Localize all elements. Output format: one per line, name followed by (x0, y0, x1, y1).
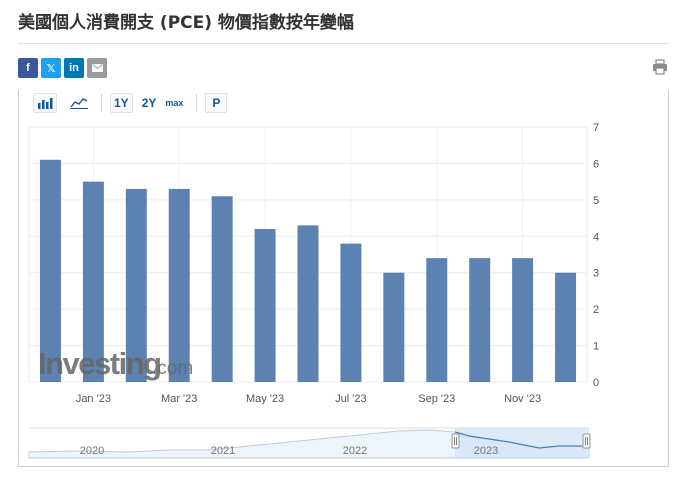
y-tick-label: 2 (593, 304, 599, 316)
linkedin-share-button[interactable]: in (64, 58, 84, 78)
x-tick-label: Nov '23 (504, 393, 541, 405)
range-1y-button[interactable]: 1Y (110, 93, 133, 113)
chart-toolbar: 1Y 2Y max P (33, 92, 228, 114)
line-chart-icon (70, 98, 88, 109)
bar[interactable] (340, 243, 362, 382)
bar[interactable] (211, 196, 233, 382)
bar[interactable] (168, 188, 190, 382)
range-2y-button[interactable]: 2Y (138, 93, 161, 113)
x-tick-label: Jul '23 (335, 393, 366, 405)
toolbar-divider (196, 94, 198, 112)
bar[interactable] (39, 159, 61, 382)
twitter-icon: 𝕏 (46, 62, 56, 75)
title-divider (18, 43, 669, 44)
y-tick-label: 1 (593, 341, 599, 353)
navigator-handle[interactable] (582, 433, 591, 449)
toolbar-divider (101, 94, 102, 112)
bar[interactable] (82, 181, 104, 382)
y-tick-label: 5 (593, 195, 599, 207)
navigator-handle[interactable] (451, 433, 460, 449)
x-tick-label: Jan '23 (76, 393, 111, 405)
y-tick-label: 4 (593, 231, 599, 243)
x-tick-label: May '23 (246, 393, 284, 405)
navigator-selected-line (454, 431, 589, 449)
facebook-share-button[interactable]: f (18, 58, 38, 78)
twitter-share-button[interactable]: 𝕏 (41, 58, 61, 78)
share-bar: f 𝕏 in (18, 58, 107, 78)
navigator-area (28, 429, 590, 459)
navigator-year-label: 2020 (80, 445, 104, 457)
chart-panel: 1Y 2Y max P Investing .com 0 1 2 3 4 5 6 7 Jan '… (18, 90, 669, 467)
bar[interactable] (297, 225, 319, 382)
linkedin-icon: in (69, 62, 79, 74)
printer-icon[interactable] (651, 58, 669, 76)
bar[interactable] (512, 258, 534, 382)
range-max-button[interactable]: max (161, 93, 187, 113)
period-p-button[interactable]: P (205, 93, 228, 113)
navigator-year-label: 2022 (343, 445, 367, 457)
bar-chart: Investing .com 0 1 2 3 4 5 6 7 Jan '23 Mar '23 May… (28, 122, 599, 459)
x-tick-label: Sep '23 (418, 393, 455, 405)
bar[interactable] (426, 258, 448, 382)
line-chart-button[interactable] (66, 93, 92, 113)
email-share-button[interactable] (87, 58, 107, 78)
bar[interactable] (125, 188, 147, 382)
x-tick-label: Mar '23 (161, 393, 197, 405)
bar-chart-icon (38, 98, 53, 109)
bar[interactable] (469, 258, 491, 382)
watermark-suffix: .com (152, 358, 193, 379)
y-tick-label: 0 (593, 377, 599, 389)
bar[interactable] (555, 272, 577, 382)
page-title: 美國個人消費開支 (PCE) 物價指數按年變幅 (18, 13, 354, 33)
y-tick-label: 7 (593, 122, 599, 134)
navigator-year-label: 2021 (211, 445, 235, 457)
navigator-selection (455, 428, 589, 458)
bar[interactable] (254, 229, 276, 382)
envelope-icon (91, 64, 103, 72)
plot-frame (28, 126, 588, 383)
y-tick-label: 6 (593, 158, 599, 170)
y-tick-label: 3 (593, 268, 599, 280)
watermark-brand: Investing (38, 346, 161, 381)
navigator-year-label: 2023 (474, 445, 498, 457)
bar-chart-button[interactable] (33, 93, 57, 113)
bar[interactable] (383, 272, 405, 382)
facebook-icon: f (26, 62, 30, 74)
